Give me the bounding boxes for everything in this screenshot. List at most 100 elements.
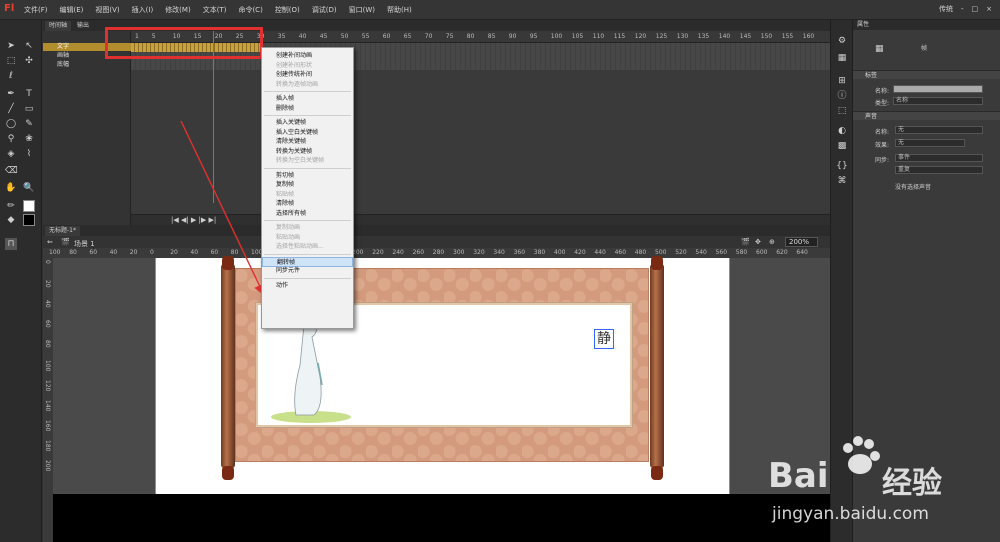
menu-item[interactable]: 编辑(E)	[60, 5, 84, 15]
sound-name-select[interactable]: 无	[895, 126, 983, 134]
menu-item[interactable]: 视图(V)	[95, 5, 119, 15]
3d-rotation-icon[interactable]: ✣	[23, 55, 35, 67]
eyedropper-icon[interactable]: ⌇	[23, 148, 35, 160]
context-menu-item[interactable]: 翻转帧	[262, 256, 353, 267]
rectangle-tool-icon[interactable]: ▭	[23, 103, 35, 115]
ruler-label: 0	[44, 260, 51, 264]
context-menu-item[interactable]: 动作	[262, 281, 353, 291]
vertical-ruler: 0 20 40 60 80 100 120 140 160 180 200	[43, 258, 53, 542]
workspace-selector[interactable]: 传统	[939, 4, 953, 14]
lasso-tool-icon[interactable]: ℓ	[5, 70, 17, 82]
layer-name: 画轴	[57, 52, 70, 59]
snap-magnet-icon[interactable]: ⊓	[5, 238, 17, 250]
tools-panel: ➤ ↖ ⬚ ✣ ℓ ✒ T ╱ ▭ ◯ ✎ ⚲ ❀ ◈ ⌇ ⌫ ✋ 🔍 ✏ ◆ …	[0, 20, 42, 542]
menu-item[interactable]: 插入(I)	[132, 5, 154, 15]
layer-name: 底幅	[57, 61, 70, 68]
close-button[interactable]: ×	[986, 5, 992, 13]
transform-panel-icon[interactable]: ⬚	[836, 105, 848, 117]
eraser-tool-icon[interactable]: ⌫	[5, 165, 18, 177]
watermark-url: jingyan.baidu.com	[772, 504, 929, 524]
text-tool-icon[interactable]: T	[23, 88, 35, 100]
context-menu-item[interactable]: 插入关键帧	[262, 118, 353, 128]
context-menu-item[interactable]: 创建传统补间	[262, 70, 353, 80]
brush-tool-icon[interactable]: ✎	[23, 118, 35, 130]
tab-document[interactable]: 无标题-1*	[45, 226, 80, 236]
effect-select[interactable]: 无	[895, 139, 965, 147]
stroke-color-icon[interactable]: ✏	[5, 200, 17, 212]
no-sound-message: 没有选择声音	[895, 184, 932, 191]
window-controls: 传统 - □ ×	[939, 4, 992, 14]
menu-item[interactable]: 帮助(H)	[387, 5, 412, 15]
align-panel-icon[interactable]: ⊞	[836, 75, 848, 87]
label-type-select[interactable]: 名称	[893, 97, 983, 105]
code-snippets-icon[interactable]: {}	[836, 160, 848, 172]
context-menu-item[interactable]: 同步元件	[262, 266, 353, 276]
repeat-select[interactable]: 重复	[895, 166, 983, 174]
fill-color-icon[interactable]: ◆	[5, 214, 17, 226]
fill-color-swatch[interactable]	[23, 214, 35, 226]
menu-item[interactable]: 文本(T)	[203, 5, 227, 15]
ruler-label: 0	[150, 249, 154, 256]
minimize-button[interactable]: -	[961, 5, 964, 13]
context-menu-item[interactable]: 清除关键帧	[262, 137, 353, 147]
context-menu-item[interactable]: 选择所有帧	[262, 209, 353, 219]
library-panel-icon[interactable]: ▦	[836, 52, 848, 64]
ruler-label: 260	[412, 249, 425, 256]
ruler-label: 100	[44, 360, 51, 372]
hand-tool-icon[interactable]: ✋	[5, 182, 17, 194]
sound-section[interactable]: 声音	[853, 111, 1000, 120]
oval-tool-icon[interactable]: ◯	[5, 118, 17, 130]
bone-tool-icon[interactable]: ⚲	[5, 133, 17, 145]
frame-number: 105	[571, 33, 584, 40]
edit-scene-icon[interactable]: 🎬	[741, 238, 750, 246]
sync-select[interactable]: 事件	[895, 154, 983, 162]
menu-item[interactable]: 命令(C)	[238, 5, 262, 15]
maximize-button[interactable]: □	[972, 5, 979, 13]
properties-panel-icon[interactable]: ⚙	[836, 35, 848, 47]
menu-item[interactable]: 调试(D)	[312, 5, 337, 15]
tab-timeline[interactable]: 时间轴	[45, 21, 72, 31]
context-menu-item[interactable]: 插入帧	[262, 94, 353, 104]
tab-output[interactable]: 输出	[73, 21, 93, 31]
context-menu-item[interactable]: 删除帧	[262, 104, 353, 114]
menu-item[interactable]: 文件(F)	[24, 5, 48, 15]
menu-bar: Fl 文件(F) 编辑(E) 视图(V) 插入(I) 修改(M) 文本(T) 命令(C) 控制…	[0, 0, 1000, 20]
context-menu-item[interactable]: 创建补间动画	[262, 51, 353, 61]
context-menu-item[interactable]: 插入空白关键帧	[262, 128, 353, 138]
subselection-tool-icon[interactable]: ↖	[23, 40, 35, 52]
deco-tool-icon[interactable]: ❀	[23, 133, 35, 145]
layer-item[interactable]: 底幅	[43, 61, 131, 69]
right-scroll-rod[interactable]	[650, 264, 664, 468]
menu-item[interactable]: 控制(O)	[275, 5, 300, 15]
frame-number: 150	[760, 33, 773, 40]
components-panel-icon[interactable]: ⌘	[836, 175, 848, 187]
ruler-label: 320	[473, 249, 485, 256]
frame-number: 100	[550, 33, 563, 40]
selection-tool-icon[interactable]: ➤	[5, 40, 17, 52]
zoom-select[interactable]: 200%	[785, 237, 819, 247]
menu-item[interactable]: 修改(M)	[165, 5, 191, 15]
back-arrow-icon[interactable]: ⇐	[47, 238, 53, 246]
frame-number: 95	[529, 33, 538, 40]
label-section[interactable]: 标签	[853, 70, 1000, 79]
color-panel-icon[interactable]: ◐	[836, 125, 848, 137]
info-panel-icon[interactable]: ⓘ	[836, 90, 848, 102]
zoom-tool-icon[interactable]: 🔍	[23, 182, 35, 194]
context-menu-item[interactable]: 转换为关键帧	[262, 147, 353, 157]
pen-tool-icon[interactable]: ✒	[5, 88, 17, 100]
context-menu-item[interactable]: 剪切帧	[262, 171, 353, 181]
stroke-color-swatch[interactable]	[23, 200, 35, 212]
line-tool-icon[interactable]: ╱	[5, 103, 17, 115]
document-tabs: 无标题-1*	[43, 225, 830, 236]
context-menu-item[interactable]: 复制帧	[262, 180, 353, 190]
swatches-panel-icon[interactable]: ▩	[836, 140, 848, 152]
paint-bucket-icon[interactable]: ◈	[5, 148, 17, 160]
menu-item[interactable]: 窗口(W)	[349, 5, 375, 15]
frame-name-input[interactable]	[893, 85, 983, 93]
free-transform-icon[interactable]: ⬚	[5, 55, 17, 67]
ruler-label: 200	[44, 460, 51, 472]
context-menu-item[interactable]: 清除帧	[262, 199, 353, 209]
center-stage-icon[interactable]: ⊕	[769, 238, 775, 246]
edit-symbol-icon[interactable]: ✥	[755, 238, 761, 246]
text-character[interactable]: 静	[594, 329, 614, 349]
